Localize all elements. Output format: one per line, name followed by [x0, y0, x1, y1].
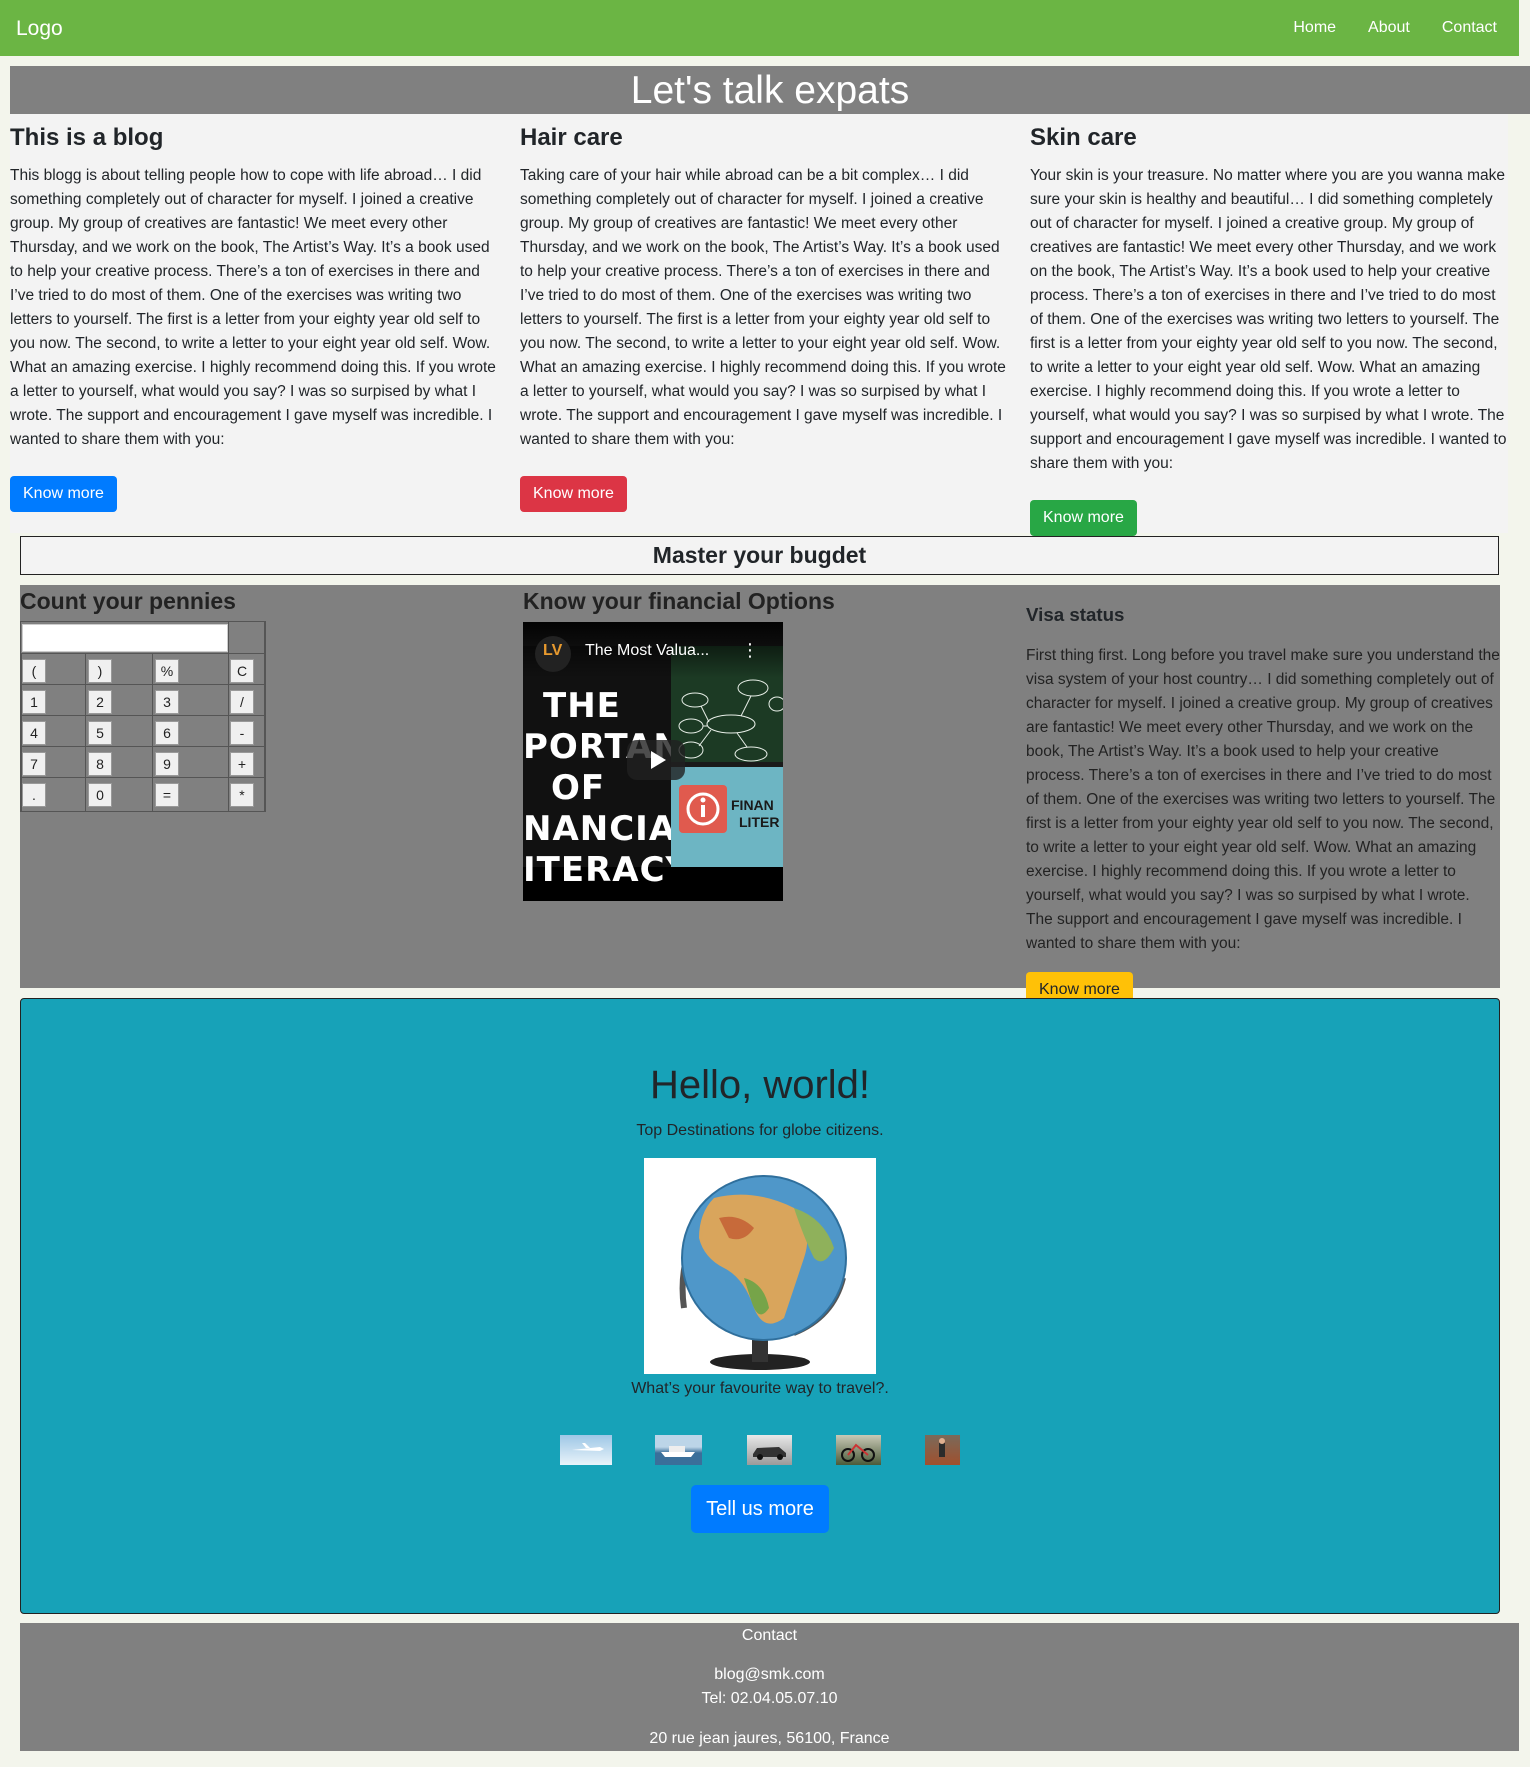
budget-heading: Master your bugdet: [20, 536, 1499, 575]
logo[interactable]: Logo: [16, 17, 63, 41]
video-title[interactable]: The Most Valua...: [585, 642, 709, 660]
calculator-key[interactable]: /: [230, 690, 254, 714]
calculator-key[interactable]: %: [155, 659, 179, 683]
channel-badge: LV: [543, 642, 563, 659]
know-more-button[interactable]: Know more: [10, 476, 117, 512]
blog-card: This is a blog This blogg is about telli…: [10, 124, 500, 512]
blog-card-title: This is a blog: [10, 124, 164, 151]
info-icon: [679, 785, 727, 833]
calculator-grid-line: [228, 622, 229, 811]
nav-links: Home About Contact: [1293, 19, 1497, 37]
calculator-key[interactable]: 1: [22, 690, 46, 714]
blog-card-title: Hair care: [520, 124, 623, 151]
calculator-key[interactable]: 2: [88, 690, 112, 714]
info-text: FINAN LITER: [731, 797, 780, 830]
calculator-key[interactable]: 7: [22, 752, 46, 776]
video-thumbnail-text: THE PORTANCE OF NANCIAL ITERACY: [523, 686, 671, 890]
calculator-key[interactable]: 8: [88, 752, 112, 776]
calculator-key[interactable]: 0: [88, 783, 112, 807]
calculator-grid-line: [21, 777, 264, 778]
calculator-key[interactable]: .: [22, 783, 46, 807]
blog-card-title: Skin care: [1030, 124, 1137, 151]
calculator-grid-line: [21, 653, 264, 654]
ship-thumbnail[interactable]: [655, 1435, 702, 1465]
page-title: Let's talk expats: [10, 66, 1530, 114]
visa-column: Visa status First thing first. Long befo…: [1026, 585, 1500, 1009]
calculator-grid-line: [264, 622, 265, 811]
more-vert-icon[interactable]: ⋮: [741, 640, 759, 661]
nav-about-link[interactable]: About: [1368, 19, 1410, 37]
navbar: Logo Home About Contact: [0, 0, 1519, 56]
calculator-key[interactable]: *: [230, 783, 254, 807]
footer-address: 20 rue jean jaures, 56100, France: [649, 1730, 890, 1747]
calculator-key[interactable]: +: [230, 752, 254, 776]
calculator-key[interactable]: 3: [155, 690, 179, 714]
calculator-grid-line: [85, 653, 86, 811]
tell-us-more-button[interactable]: Tell us more: [691, 1485, 829, 1533]
calculator-display[interactable]: [22, 624, 228, 652]
video-player[interactable]: THE PORTANCE OF NANCIAL ITERACY: [523, 622, 783, 901]
calculator-grid-line: [152, 653, 153, 811]
calculator-key[interactable]: ): [88, 659, 112, 683]
know-more-button[interactable]: Know more: [1030, 500, 1137, 536]
footer-phone: Tel: 02.04.05.07.10: [701, 1690, 838, 1707]
video-column: Know your financial Options: [523, 585, 1003, 617]
travel-thumbnails: [21, 1435, 1499, 1465]
calculator-grid-line: [21, 746, 264, 747]
blog-card-text: Your skin is your treasure. No matter wh…: [1030, 167, 1507, 472]
globe-image: [644, 1158, 876, 1374]
video-section-title: Know your financial Options: [523, 588, 835, 614]
hiking-thumbnail[interactable]: [925, 1435, 960, 1465]
jumbotron-title: Hello, world!: [649, 1063, 871, 1107]
calculator-grid-line: [21, 715, 264, 716]
plane-thumbnail[interactable]: [560, 1435, 612, 1465]
jumbotron-question: What’s your favourite way to travel?.: [631, 1380, 889, 1397]
know-more-button[interactable]: Know more: [520, 476, 627, 512]
calculator-grid-line: [21, 684, 264, 685]
calculator-key[interactable]: 6: [155, 721, 179, 745]
blog-card-text: Taking care of your hair while abroad ca…: [520, 167, 1006, 448]
play-button[interactable]: [627, 740, 685, 780]
blog-card: Skin care Your skin is your treasure. No…: [1030, 124, 1512, 536]
car-thumbnail[interactable]: [747, 1435, 792, 1465]
calculator-key[interactable]: 9: [155, 752, 179, 776]
globe-illustration: [679, 1175, 847, 1370]
footer: Contact blog@smk.com Tel: 02.04.05.07.10…: [20, 1623, 1519, 1751]
calculator-key[interactable]: =: [155, 783, 179, 807]
nav-home-link[interactable]: Home: [1293, 19, 1336, 37]
info-graphic: FINAN LITER: [671, 767, 783, 867]
calculator-key[interactable]: (: [22, 659, 46, 683]
jumbotron-subtitle: Top Destinations for globe citizens.: [636, 1122, 884, 1139]
footer-heading: Contact: [741, 1627, 798, 1644]
visa-title: Visa status: [1026, 603, 1125, 625]
visa-text: First thing first. Long before you trave…: [1026, 647, 1500, 953]
calculator-key[interactable]: 4: [22, 721, 46, 745]
blog-card-text: This blogg is about telling people how t…: [10, 167, 496, 448]
nav-contact-link[interactable]: Contact: [1442, 19, 1497, 37]
calculator-key[interactable]: -: [230, 721, 254, 745]
calculator-title: Count your pennies: [20, 588, 236, 614]
jumbotron: Hello, world! Top Destinations for globe…: [20, 998, 1500, 1614]
blog-card: Hair care Taking care of your hair while…: [520, 124, 1010, 512]
calculator-key[interactable]: C: [230, 659, 254, 683]
bike-thumbnail[interactable]: [836, 1435, 881, 1465]
blog-section: This is a blog This blogg is about telli…: [10, 114, 1508, 536]
footer-email[interactable]: blog@smk.com: [20, 1666, 1519, 1684]
budget-section: Count your pennies ()% C 1 2 3/4 5 6-7 8 9 +. 0 = * …: [20, 585, 1500, 1009]
play-icon: [651, 751, 666, 769]
calculator-column: Count your pennies ()% C 1 2 3 / 4 5 6 - 7 8 9 +. 0 = *: [20, 585, 500, 985]
calculator-key[interactable]: 5: [88, 721, 112, 745]
